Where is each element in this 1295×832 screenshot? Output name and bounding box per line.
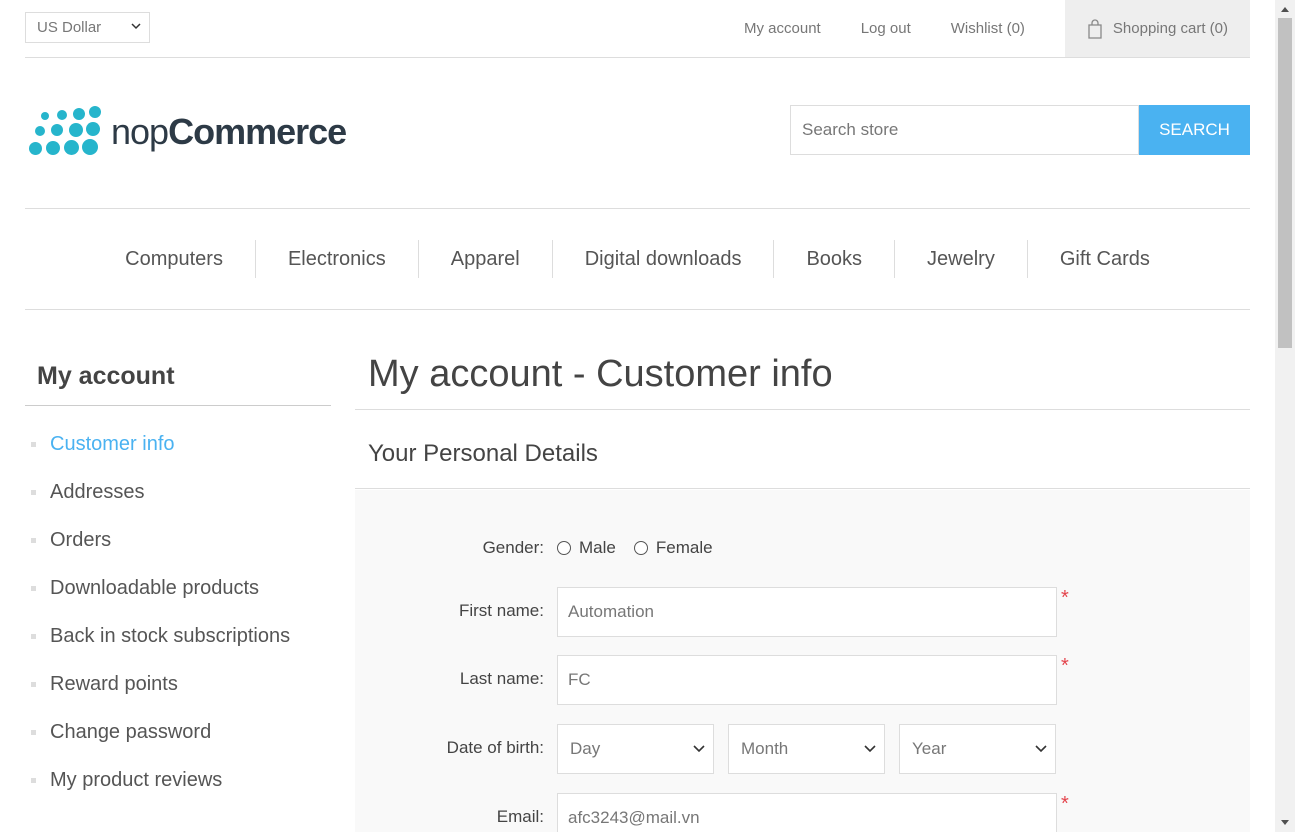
logo-text: nopCommerce xyxy=(111,111,347,152)
sidebar-item-label: Customer info xyxy=(50,432,175,455)
nav-item-apparel[interactable]: Apparel xyxy=(419,240,553,278)
required-mark: * xyxy=(1061,655,1069,677)
sidebar-title: My account xyxy=(25,350,331,406)
sidebar-item-reward-points[interactable]: Reward points xyxy=(25,660,331,708)
radio-icon xyxy=(557,541,571,555)
gender-female-radio[interactable]: Female xyxy=(633,538,713,558)
nav-item-electronics[interactable]: Electronics xyxy=(256,240,419,278)
dob-year-select[interactable]: Year xyxy=(899,724,1056,774)
nav-item-jewelry[interactable]: Jewelry xyxy=(895,240,1028,278)
dob-label: Date of birth: xyxy=(446,738,544,757)
last-name-label: Last name: xyxy=(459,669,544,688)
gender-label: Gender: xyxy=(482,538,544,557)
sidebar-item-customer-info[interactable]: Customer info xyxy=(25,420,331,468)
logo-dots-icon xyxy=(27,104,101,160)
first-name-row: First name: Automation * xyxy=(355,587,1250,637)
bullet-icon xyxy=(31,441,36,447)
sidebar-item-label: Back in stock subscriptions xyxy=(50,624,291,647)
required-mark: * xyxy=(1061,793,1069,815)
email-row: Email: afc3243@mail.vn * xyxy=(355,793,1250,832)
nav-item-computers[interactable]: Computers xyxy=(93,240,256,278)
scroll-up-icon[interactable] xyxy=(1280,5,1290,13)
sidebar-list: Customer info Addresses Orders Downloada… xyxy=(25,420,331,804)
gender-row: Gender: Male Female xyxy=(355,538,1250,562)
sidebar-item-label: My product reviews xyxy=(50,768,223,791)
chevron-down-icon xyxy=(1035,745,1047,753)
page-title: My account - Customer info xyxy=(355,350,1250,410)
store-logo[interactable]: nopCommerce xyxy=(27,104,347,160)
gender-male-label: Male xyxy=(579,538,616,557)
dob-year-value: Year xyxy=(912,739,947,758)
header-links: My account Log out Wishlist (0) Shopping… xyxy=(744,0,1250,57)
dob-month-select[interactable]: Month xyxy=(728,724,885,774)
scroll-down-icon[interactable] xyxy=(1280,819,1290,827)
shopping-cart-link[interactable]: Shopping cart (0) xyxy=(1064,0,1250,57)
page-scrollbar[interactable] xyxy=(1275,0,1295,832)
sidebar-item-label: Downloadable products xyxy=(50,576,260,599)
chevron-down-icon xyxy=(864,745,876,753)
first-name-field[interactable]: Automation xyxy=(557,587,1057,637)
radio-icon xyxy=(633,541,648,555)
sidebar-item-label: Addresses xyxy=(50,480,145,503)
required-mark: * xyxy=(1061,587,1069,609)
email-label: Email: xyxy=(496,807,544,826)
currency-selector[interactable]: US Dollar xyxy=(25,12,150,43)
search-button[interactable]: SEARCH xyxy=(1139,105,1250,155)
search-input[interactable]: Search store xyxy=(790,105,1139,155)
last-name-row: Last name: FC * xyxy=(355,655,1250,705)
sidebar-item-orders[interactable]: Orders xyxy=(25,516,331,564)
bullet-icon xyxy=(31,633,36,639)
shopping-cart-label: Shopping cart (0) xyxy=(1112,20,1228,37)
sidebar-item-back-in-stock[interactable]: Back in stock subscriptions xyxy=(25,612,331,660)
nav-item-gift-cards[interactable]: Gift Cards xyxy=(1028,240,1182,278)
email-field[interactable]: afc3243@mail.vn xyxy=(557,793,1057,832)
section-title: Your Personal Details xyxy=(355,410,1250,489)
sidebar-item-label: Change password xyxy=(50,720,212,743)
sidebar-item-product-reviews[interactable]: My product reviews xyxy=(25,756,331,804)
search-box: Search store SEARCH xyxy=(790,105,1250,155)
bullet-icon xyxy=(31,537,36,543)
gender-male-radio[interactable]: Male xyxy=(557,538,616,558)
sidebar-item-label: Orders xyxy=(50,528,112,551)
my-account-link[interactable]: My account xyxy=(744,20,821,37)
main-content: My account - Customer info Your Personal… xyxy=(355,350,1250,832)
bullet-icon xyxy=(31,777,36,783)
sidebar-item-change-password[interactable]: Change password xyxy=(25,708,331,756)
first-name-label: First name: xyxy=(458,601,544,620)
dob-day-select[interactable]: Day xyxy=(557,724,714,774)
log-out-link[interactable]: Log out xyxy=(861,20,911,37)
gender-female-label: Female xyxy=(655,538,713,557)
category-nav: Computers Electronics Apparel Digital do… xyxy=(25,208,1250,310)
bullet-icon xyxy=(31,681,36,687)
scrollbar-thumb[interactable] xyxy=(1278,18,1292,348)
nav-item-digital-downloads[interactable]: Digital downloads xyxy=(553,240,775,278)
nav-item-books[interactable]: Books xyxy=(774,240,896,278)
customer-info-form: Gender: Male Female First name: Automati… xyxy=(355,490,1250,832)
header-top-bar: US Dollar My account Log out Wishlist (0… xyxy=(25,0,1250,58)
sidebar-item-addresses[interactable]: Addresses xyxy=(25,468,331,516)
bullet-icon xyxy=(31,489,36,495)
currency-value: US Dollar xyxy=(37,19,102,36)
bullet-icon xyxy=(31,729,36,735)
account-sidebar: My account Customer info Addresses Order… xyxy=(25,350,331,804)
sidebar-item-label: Reward points xyxy=(50,672,178,695)
wishlist-link[interactable]: Wishlist (0) xyxy=(951,20,1025,37)
last-name-field[interactable]: FC xyxy=(557,655,1057,705)
shopping-bag-icon xyxy=(1088,18,1102,39)
bullet-icon xyxy=(31,585,36,591)
chevron-down-icon xyxy=(131,23,141,30)
sidebar-item-downloadable-products[interactable]: Downloadable products xyxy=(25,564,331,612)
dob-row: Date of birth: Day Month Year xyxy=(355,724,1250,774)
dob-month-value: Month xyxy=(741,739,789,758)
dob-day-value: Day xyxy=(570,739,601,758)
chevron-down-icon xyxy=(693,745,705,753)
